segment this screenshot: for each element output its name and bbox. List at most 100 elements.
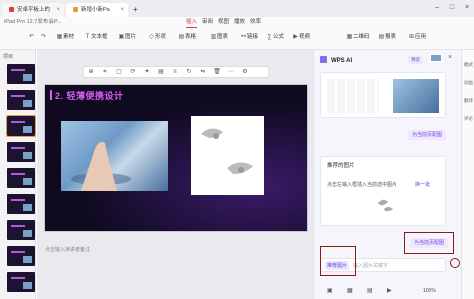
menu-insert[interactable]: 插入 xyxy=(186,18,198,28)
delete-icon[interactable]: 🗑 xyxy=(210,67,224,77)
textbox-icon: T xyxy=(85,34,90,40)
frame-icon[interactable]: ▢ xyxy=(112,67,126,77)
slide[interactable]: 2. 轻薄便携设计 xyxy=(44,84,308,232)
link-button[interactable]: ⚯链接 xyxy=(240,32,258,43)
formula-icon: ∑ xyxy=(267,34,272,40)
video-button[interactable]: ▶视频 xyxy=(292,32,310,43)
rail-mode[interactable]: 模式 xyxy=(462,62,474,68)
doc-icon xyxy=(9,7,14,12)
new-tab-button[interactable]: + xyxy=(130,3,142,17)
rotate-icon[interactable]: ↻ xyxy=(182,67,196,77)
close-icon[interactable]: × xyxy=(120,3,124,17)
report-icon: ▤ xyxy=(378,34,385,40)
shape-icon: ◇ xyxy=(149,34,154,40)
slide-thumbnail[interactable] xyxy=(7,246,35,266)
flip-icon[interactable]: ⇋ xyxy=(196,67,210,77)
settings-icon[interactable]: ⚙ xyxy=(238,67,252,77)
slide-image-angel[interactable] xyxy=(191,116,264,195)
recommended-image[interactable] xyxy=(375,195,395,215)
slide-thumbnail[interactable] xyxy=(7,220,35,240)
maximize-icon[interactable]: □ xyxy=(445,0,459,17)
shape-button[interactable]: ◇形状 xyxy=(148,32,166,43)
thumbnails-label: 项目 xyxy=(3,54,14,60)
send-icon[interactable] xyxy=(450,258,460,268)
doc-icon xyxy=(73,7,78,12)
slide-canvas[interactable]: ⊕ ⌗ ▢ ⟳ ✦ ▤ ≡ ↻ ⇋ 🗑 ⋯ ⚙ 2. 轻薄便携设计 点击输入演讲者备注 xyxy=(37,50,313,299)
preview-badge: 预览 xyxy=(408,56,423,64)
zoom-level[interactable]: 100% xyxy=(423,288,436,294)
effects-icon[interactable]: ✦ xyxy=(140,67,154,77)
chart-icon: ▥ xyxy=(210,34,217,40)
apply-button-highlight xyxy=(404,232,454,254)
swap-batch-button[interactable]: 换一批 xyxy=(415,181,430,188)
image-button[interactable]: ▣图片 xyxy=(118,32,136,43)
menu-efficiency[interactable]: 效率 xyxy=(250,18,261,27)
status-bar: ▣ ▦ ▤ ▶ 100% xyxy=(313,285,461,299)
menu-review[interactable]: 审阅 xyxy=(202,18,213,27)
slide-thumbnail[interactable] xyxy=(7,194,35,214)
apply-to-page-button-1[interactable]: 为当前页配图 xyxy=(408,130,446,140)
recommend-title: 推荐的图片 xyxy=(327,163,355,169)
more-icon[interactable]: ⋯ xyxy=(224,67,238,77)
slide-thumbnail[interactable] xyxy=(7,64,35,84)
layout-preview-image xyxy=(393,79,439,113)
play-icon[interactable]: ▶ xyxy=(387,287,392,294)
close-icon[interactable]: × xyxy=(56,3,60,17)
tab-bar: 安卓平板上的 × 新增小新Pa × + – □ × xyxy=(0,0,474,17)
recommended-images-card: 推荐的图片 点击左输入框插入当前选中图片 换一批 xyxy=(320,156,446,226)
table-button[interactable]: ▤表格 xyxy=(178,32,196,43)
textbox-button[interactable]: T 文本框 xyxy=(84,32,108,43)
slide-image-hand[interactable] xyxy=(61,121,168,191)
browser-tab-1[interactable]: 安卓平板上的 × xyxy=(2,3,64,17)
right-rail: 模式 动画 翻译 评论 xyxy=(461,50,474,299)
menu-view[interactable]: 视图 xyxy=(218,18,229,27)
layout-preview-card[interactable] xyxy=(320,72,446,118)
qrcode-icon: ▦ xyxy=(346,34,353,40)
layout-icon-grid xyxy=(327,79,379,113)
browser-tab-2[interactable]: 新增小新Pa × xyxy=(66,3,128,17)
replace-icon[interactable]: ⟳ xyxy=(126,67,140,77)
ribbon: iPad Pro 12.7发布会P... 插入 审阅 视图 播放 效率 ↶ ↷ … xyxy=(0,17,474,50)
undo-button[interactable]: ↶ xyxy=(28,32,35,43)
slide-thumbnails: 项目 xyxy=(0,50,36,299)
slide-thumbnail[interactable] xyxy=(7,142,35,162)
tab-label: 新增小新Pa xyxy=(81,7,110,13)
ai-input-field[interactable]: 输入图片关键字 xyxy=(353,262,388,269)
qrcode-button[interactable]: ▦二维码 xyxy=(346,32,370,43)
apps-button[interactable]: ⊞应用 xyxy=(408,32,426,43)
close-window-icon[interactable]: × xyxy=(460,0,474,17)
speaker-notes[interactable]: 点击输入演讲者备注 xyxy=(45,246,90,253)
formula-button[interactable]: ∑公式 xyxy=(266,32,284,43)
crop-icon[interactable]: ⌗ xyxy=(98,67,112,77)
undo-icon: ↶ xyxy=(28,34,35,40)
link-icon: ⚯ xyxy=(240,34,247,40)
material-button[interactable]: ▦素材 xyxy=(56,32,74,43)
slide-thumbnail[interactable] xyxy=(7,90,35,110)
rail-translate[interactable]: 翻译 xyxy=(462,98,474,104)
close-panel-icon[interactable]: × xyxy=(448,54,452,61)
menu-play[interactable]: 播放 xyxy=(234,18,245,27)
rail-comment[interactable]: 评论 xyxy=(462,116,474,122)
minimize-icon[interactable]: – xyxy=(430,0,444,17)
slide-thumbnail-selected[interactable] xyxy=(6,115,36,137)
rail-animation[interactable]: 动画 xyxy=(462,80,474,86)
ai-preview-thumb xyxy=(430,54,442,62)
slide-thumbnail[interactable] xyxy=(7,168,35,188)
layer-icon[interactable]: ▤ xyxy=(154,67,168,77)
view-reading-icon[interactable]: ▤ xyxy=(367,287,373,294)
align-icon[interactable]: ≡ xyxy=(168,67,182,77)
tab-label: 安卓平板上的 xyxy=(17,7,51,13)
slide-title[interactable]: 2. 轻薄便携设计 xyxy=(50,89,124,102)
material-icon: ▦ xyxy=(56,34,63,40)
report-button[interactable]: ▤报表 xyxy=(378,32,396,43)
recommend-hint: 点击左输入框插入当前选中图片 xyxy=(327,182,398,188)
view-grid-icon[interactable]: ▦ xyxy=(347,287,353,294)
zoom-icon[interactable]: ⊕ xyxy=(84,67,98,77)
video-icon: ▶ xyxy=(293,34,298,40)
slide-thumbnail[interactable] xyxy=(7,272,35,292)
ai-panel-title: WPS AI xyxy=(320,56,352,64)
view-normal-icon[interactable]: ▣ xyxy=(327,287,333,294)
redo-button[interactable]: ↷ xyxy=(40,32,47,43)
apps-icon: ⊞ xyxy=(408,34,415,40)
chart-button[interactable]: ▥图表 xyxy=(210,32,228,43)
